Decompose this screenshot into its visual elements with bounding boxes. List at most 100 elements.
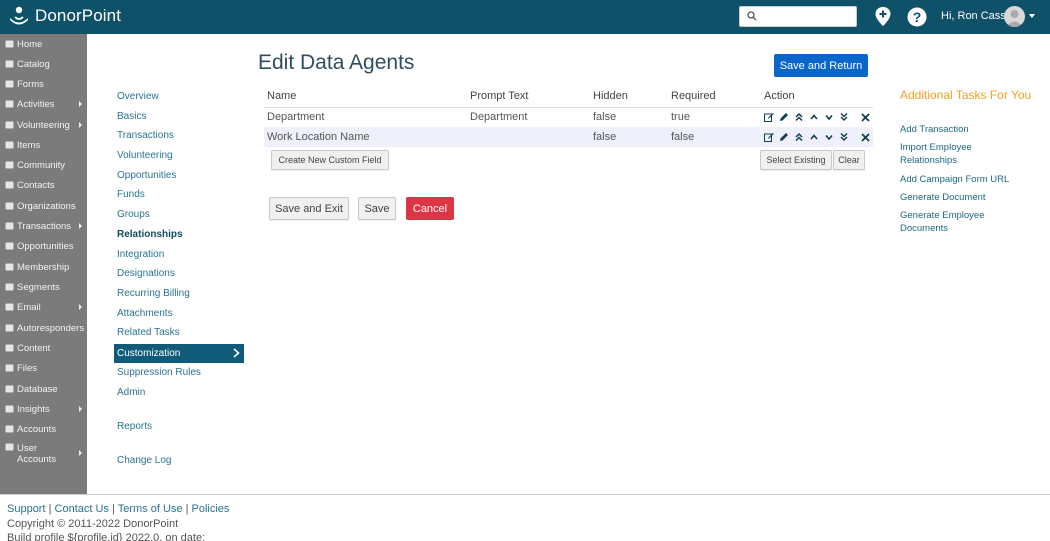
subnav-item-transactions[interactable]: Transactions — [117, 130, 174, 141]
save-and-return-button[interactable]: Save and Return — [774, 54, 868, 77]
sidebar-item-catalog[interactable]: Catalog — [0, 54, 87, 74]
envelope-icon — [5, 303, 14, 311]
sidebar-item-home[interactable]: Home — [0, 34, 87, 54]
subnav-item-suppression-rules[interactable]: Suppression Rules — [117, 367, 201, 378]
sidebar-item-community[interactable]: Community — [0, 155, 87, 175]
subnav-item-change-log[interactable]: Change Log — [117, 455, 172, 466]
sidebar-item-insights[interactable]: Insights — [0, 399, 87, 419]
sidebar-item-forms[interactable]: Forms — [0, 74, 87, 94]
subnav-item-opportunities[interactable]: Opportunities — [117, 170, 176, 181]
subnav-item-groups[interactable]: Groups — [117, 209, 150, 220]
footer-link-support[interactable]: Support — [7, 503, 46, 515]
user-greeting[interactable]: Hi, Ron Cass — [941, 10, 1006, 22]
task-link-generate-document[interactable]: Generate Document — [900, 192, 1010, 205]
sidebar-item-opportunities[interactable]: Opportunities — [0, 236, 87, 256]
sidebar-item-email[interactable]: Email — [0, 297, 87, 317]
subnav-item-funds[interactable]: Funds — [117, 189, 145, 200]
subnav-item-relationships[interactable]: Relationships — [117, 229, 183, 240]
donorpoint-logo-icon — [10, 6, 28, 25]
sidebar-item-contacts[interactable]: Contacts — [0, 175, 87, 195]
sidebar-item-transactions[interactable]: Transactions — [0, 216, 87, 236]
footer-separator: | — [182, 503, 192, 515]
delete-icon[interactable] — [860, 132, 870, 142]
book-icon — [5, 324, 14, 332]
clear-button[interactable]: Clear — [833, 150, 865, 170]
cancel-button[interactable]: Cancel — [406, 197, 454, 220]
sidebar-item-membership[interactable]: Membership — [0, 257, 87, 277]
logo[interactable]: DonorPoint — [8, 5, 121, 27]
hands-icon — [5, 121, 14, 129]
move-up-icon[interactable] — [809, 112, 819, 122]
top-bar: DonorPoint ? Hi, Ron Cass — [0, 0, 1050, 34]
footer-link-terms-of-use[interactable]: Terms of Use — [118, 503, 183, 515]
move-down-icon[interactable] — [824, 132, 834, 142]
sidebar-item-label: User Accounts — [17, 443, 57, 465]
users-icon — [5, 161, 14, 169]
sidebar-item-user-accounts[interactable]: User Accounts — [0, 440, 87, 465]
help-icon[interactable]: ? — [907, 7, 927, 27]
move-top-icon[interactable] — [794, 132, 804, 142]
cell-required: true — [671, 111, 690, 124]
sidebar-item-volunteering[interactable]: Volunteering — [0, 115, 87, 135]
subnav-item-related-tasks[interactable]: Related Tasks — [117, 327, 180, 338]
move-top-icon[interactable] — [794, 112, 804, 122]
delete-icon[interactable] — [860, 112, 870, 122]
subnav-item-attachments[interactable]: Attachments — [117, 308, 173, 319]
subnav-item-reports[interactable]: Reports — [117, 421, 152, 432]
search-icon — [747, 11, 757, 21]
sidebar-item-items[interactable]: Items — [0, 135, 87, 155]
money-icon — [5, 222, 14, 230]
tags-icon — [5, 141, 14, 149]
user-icon — [5, 181, 14, 189]
subnav-item-recurring-billing[interactable]: Recurring Billing — [117, 288, 190, 299]
subnav-item-basics[interactable]: Basics — [117, 111, 146, 122]
footer-link-contact-us[interactable]: Contact Us — [55, 503, 109, 515]
add-location-icon[interactable] — [875, 7, 891, 26]
user-menu-caret-icon[interactable] — [1029, 14, 1035, 18]
save-and-exit-button[interactable]: Save and Exit — [269, 197, 349, 220]
move-up-icon[interactable] — [809, 132, 819, 142]
search-input[interactable] — [762, 9, 852, 24]
sidebar-item-organizations[interactable]: Organizations — [0, 196, 87, 216]
sidebar-item-autoresponders[interactable]: Autoresponders — [0, 318, 87, 338]
avatar[interactable] — [1004, 6, 1025, 27]
pencil-icon[interactable] — [779, 132, 789, 142]
sidebar-item-label: Community — [17, 159, 66, 171]
search-box[interactable] — [739, 6, 857, 27]
cart-icon — [5, 60, 14, 68]
sidebar-item-label: Activities — [17, 98, 55, 110]
edit-icon[interactable] — [764, 132, 774, 142]
sidebar-item-content[interactable]: Content — [0, 338, 87, 358]
submenu-arrow-icon — [79, 304, 82, 310]
subnav-item-admin[interactable]: Admin — [117, 387, 145, 398]
sidebar-item-database[interactable]: Database — [0, 379, 87, 399]
move-bottom-icon[interactable] — [839, 132, 849, 142]
move-down-icon[interactable] — [824, 112, 834, 122]
column-header-prompt-text: Prompt Text — [467, 86, 590, 108]
save-button[interactable]: Save — [358, 197, 396, 220]
sidebar-item-accounts[interactable]: Accounts — [0, 419, 87, 439]
svg-text:?: ? — [913, 9, 922, 25]
chevron-right-icon — [233, 348, 240, 358]
cell-action — [761, 127, 873, 147]
move-bottom-icon[interactable] — [839, 112, 849, 122]
task-link-import-employee-relationships[interactable]: Import Employee Relationships — [900, 142, 990, 167]
sidebar-item-label: Membership — [17, 261, 70, 273]
edit-icon[interactable] — [764, 112, 774, 123]
sidebar-item-segments[interactable]: Segments — [0, 277, 87, 297]
select-existing-button[interactable]: Select Existing — [760, 150, 832, 170]
subnav-item-integration[interactable]: Integration — [117, 249, 164, 260]
footer-link-policies[interactable]: Policies — [192, 503, 230, 515]
pencil-icon[interactable] — [779, 112, 789, 122]
subnav-item-volunteering[interactable]: Volunteering — [117, 150, 173, 161]
task-link-add-transaction[interactable]: Add Transaction — [900, 124, 1010, 137]
create-new-custom-field-button[interactable]: Create New Custom Field — [271, 150, 389, 170]
subnav-item-designations[interactable]: Designations — [117, 268, 175, 279]
subnav-item-overview[interactable]: Overview — [117, 91, 159, 102]
sidebar-item-activities[interactable]: Activities — [0, 94, 87, 114]
subnav-item-customization[interactable]: Customization — [114, 344, 244, 363]
cell-prompt — [467, 127, 590, 147]
task-link-add-campaign-form-url[interactable]: Add Campaign Form URL — [900, 174, 1010, 187]
sidebar-item-files[interactable]: Files — [0, 358, 87, 378]
task-link-generate-employee-documents[interactable]: Generate Employee Documents — [900, 210, 990, 235]
